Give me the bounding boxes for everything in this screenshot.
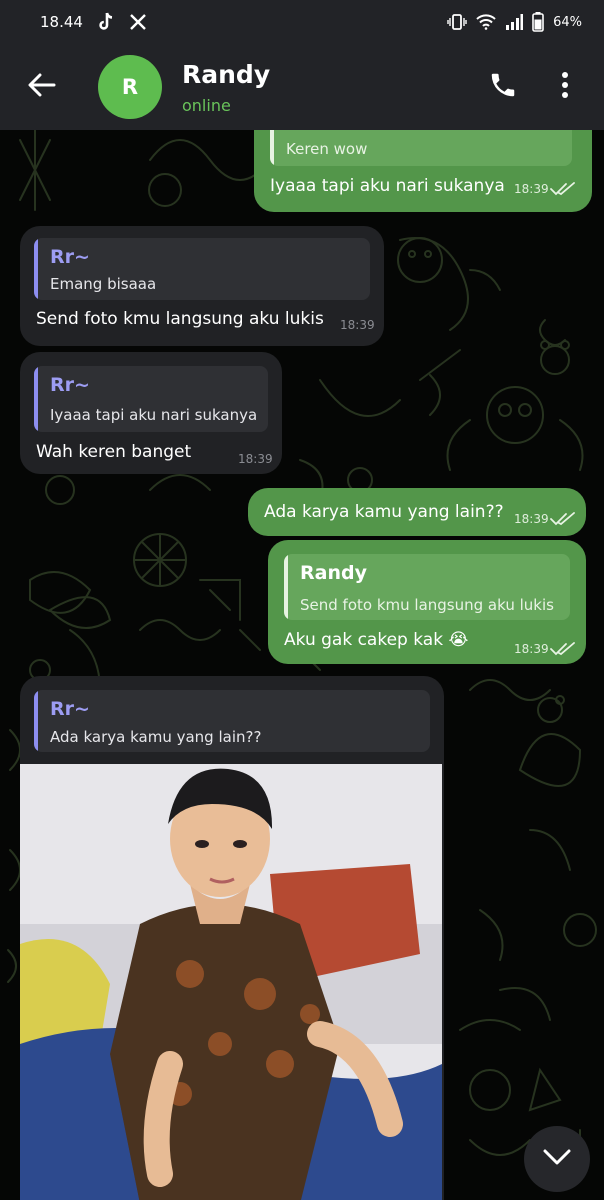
read-checkmarks-icon: [550, 512, 575, 526]
call-button[interactable]: [472, 56, 534, 118]
message-bubble-incoming[interactable]: Rr~ Emang bisaaa Send foto kmu langsung …: [20, 226, 384, 346]
battery-percent: 64%: [553, 14, 582, 30]
chat-header: R Randy online: [0, 44, 604, 130]
message-time: 18:39: [514, 642, 549, 656]
message-bubble-outgoing[interactable]: Ada karya kamu yang lain?? 18:39: [248, 488, 586, 536]
read-checkmarks-icon: [550, 642, 575, 656]
quote-text: Keren wow: [286, 140, 368, 158]
wifi-icon: [476, 14, 496, 30]
contact-status: online: [182, 95, 231, 115]
chevron-down-icon: [543, 1149, 571, 1169]
avatar[interactable]: R: [98, 55, 162, 119]
x-icon: [129, 13, 147, 31]
scroll-down-button[interactable]: [524, 1126, 590, 1192]
back-arrow-icon: [28, 73, 56, 101]
phone-icon: [488, 70, 518, 104]
reply-quote[interactable]: Randy Send foto kmu langsung aku lukis: [284, 554, 570, 620]
message-time: 18:39: [514, 512, 549, 526]
signal-icon: [505, 14, 524, 30]
chat-area[interactable]: Keren wow Iyaaa tapi aku nari sukanya 18…: [0, 130, 604, 1200]
more-vertical-icon: [561, 71, 569, 103]
quote-sender: Randy: [300, 562, 367, 584]
reply-quote[interactable]: Rr~ Ada karya kamu yang lain??: [34, 690, 430, 752]
message-bubble-outgoing[interactable]: Randy Send foto kmu langsung aku lukis A…: [268, 540, 586, 664]
quote-text: Send foto kmu langsung aku lukis: [300, 596, 554, 614]
message-time: 18:39: [238, 452, 273, 466]
reply-quote[interactable]: Rr~ Emang bisaaa: [34, 238, 370, 300]
quote-sender: Rr~: [50, 374, 90, 396]
vibrate-icon: [447, 13, 467, 31]
message-text: Iyaaa tapi aku nari sukanya: [270, 176, 505, 196]
more-options-button[interactable]: [534, 56, 596, 118]
battery-icon: [532, 12, 544, 32]
photo-attachment[interactable]: [20, 764, 442, 1200]
status-bar: 18.44 64%: [0, 0, 604, 44]
message-text: Send foto kmu langsung aku lukis: [36, 309, 324, 329]
message-time: 18:39: [514, 182, 549, 196]
message-bubble-incoming[interactable]: Rr~ Iyaaa tapi aku nari sukanya Wah kere…: [20, 352, 282, 474]
back-button[interactable]: [0, 44, 84, 130]
message-bubble-outgoing[interactable]: Keren wow Iyaaa tapi aku nari sukanya 18…: [254, 130, 592, 212]
reply-quote[interactable]: Rr~ Iyaaa tapi aku nari sukanya: [34, 366, 268, 432]
message-text: Aku gak cakep kak 😭: [284, 630, 469, 650]
quote-sender: Rr~: [50, 246, 90, 268]
contact-name: Randy: [182, 59, 271, 89]
status-time: 18.44: [40, 13, 83, 31]
contact-info[interactable]: Randy online: [182, 60, 270, 115]
message-text: Wah keren banget: [36, 442, 192, 462]
quote-text: Emang bisaaa: [50, 275, 157, 293]
quote-text: Iyaaa tapi aku nari sukanya: [50, 406, 258, 424]
tiktok-icon: [97, 12, 115, 32]
message-text: Ada karya kamu yang lain??: [264, 502, 504, 522]
quote-text: Ada karya kamu yang lain??: [50, 728, 262, 746]
read-checkmarks-icon: [550, 182, 575, 196]
quote-sender: Rr~: [50, 698, 90, 720]
message-time: 18:39: [340, 318, 375, 332]
reply-quote[interactable]: Keren wow: [270, 130, 572, 166]
